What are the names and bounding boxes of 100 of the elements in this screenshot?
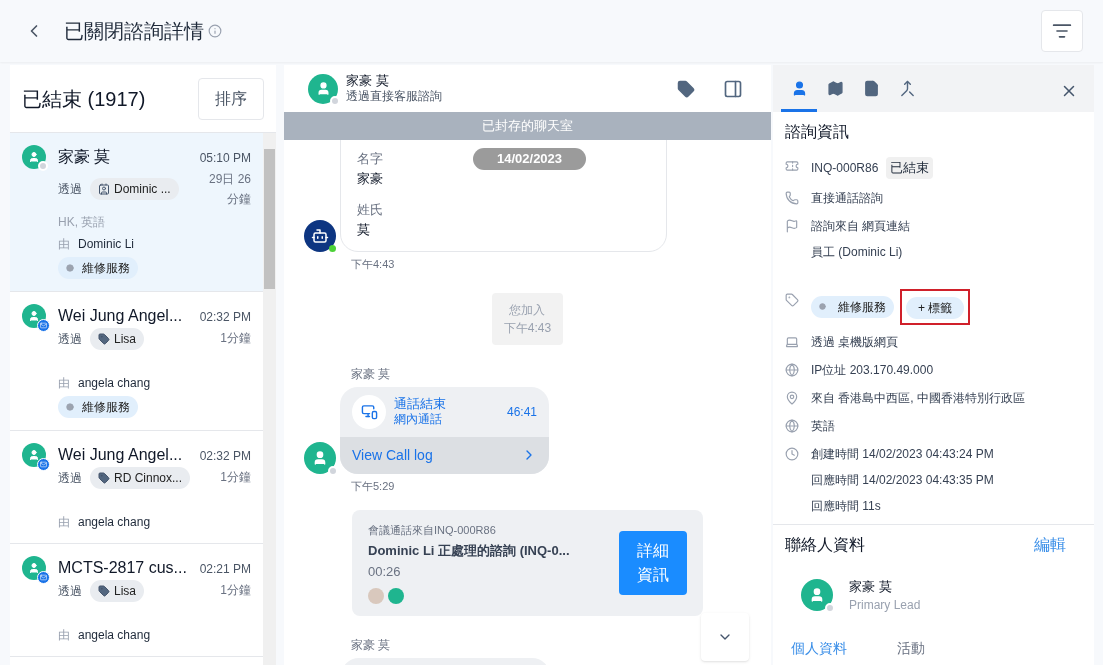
archived-banner: 已封存的聊天室 <box>284 112 771 140</box>
detail-text: 諮詢來自 網頁連結 <box>811 217 911 235</box>
add-tag-button[interactable]: + 標籤 <box>906 296 965 319</box>
map-icon <box>826 80 844 97</box>
detail-text: 回應時間 14/02/2023 04:43:35 PM <box>811 471 994 489</box>
contact-name: Wei Jung Angel... <box>58 445 183 465</box>
via-label: 透過 <box>58 583 82 600</box>
call-subtitle: 網內通話 <box>394 412 443 428</box>
detail-text: IP位址 203.170.49.000 <box>811 361 934 379</box>
file-icon <box>862 80 880 97</box>
filter-button[interactable] <box>1041 10 1083 52</box>
agent-name: angela chang <box>78 375 151 392</box>
system-text: 您加入 <box>509 301 546 319</box>
contact-role: Primary Lead <box>849 597 921 614</box>
via-chip: Dominic ... <box>90 178 179 200</box>
by-label: 由 <box>58 627 70 644</box>
time-label: 02:21 PM <box>199 561 251 578</box>
person-icon <box>312 449 328 466</box>
mail-badge-icon <box>37 319 50 332</box>
conference-length: 00:26 <box>368 563 402 581</box>
list-title: 已結束 (1917) <box>22 86 146 112</box>
location-language: HK, 英語 <box>58 214 107 231</box>
tag-icon <box>785 292 799 307</box>
call-length: 46:41 <box>506 403 537 421</box>
person-icon <box>809 587 825 604</box>
person-icon <box>28 562 40 574</box>
person-icon <box>28 449 40 461</box>
via-chip: Lisa <box>90 580 144 602</box>
person-icon <box>28 310 40 322</box>
by-label: 由 <box>58 375 70 392</box>
detail-text: 創建時間 14/02/2023 04:43:24 PM <box>811 445 994 463</box>
detail-text: 透過 桌機版網頁 <box>811 333 899 351</box>
message-time: 下午4:43 <box>503 319 552 337</box>
contact-name: Wei Jung Angel... <box>58 306 183 326</box>
time-label: 05:10 PM <box>199 150 251 167</box>
mail-badge-icon <box>37 571 50 584</box>
agent-name: angela chang <box>78 514 151 531</box>
flag-icon <box>785 218 799 233</box>
field-label: 姓氏 <box>357 201 383 219</box>
time-label: 02:32 PM <box>199 448 251 465</box>
contact-name: 家豪 莫 <box>58 147 111 167</box>
field-value: 莫 <box>357 220 370 239</box>
tag-icon <box>98 472 110 484</box>
via-label: 透過 <box>58 331 82 348</box>
by-label: 由 <box>58 236 70 253</box>
detail-text: 來自 香港島中西區, 中國香港特別行政區 <box>811 389 1025 407</box>
tag-icon <box>98 333 110 345</box>
via-label: 透過 <box>58 470 82 487</box>
mail-badge-icon <box>37 458 50 471</box>
pin-icon <box>785 390 799 405</box>
field-label: 名字 <box>357 150 383 168</box>
section-title: 諮詢資訊 <box>785 122 850 142</box>
via-chip: Lisa <box>90 328 144 350</box>
ticket-icon <box>785 159 799 173</box>
laptop-icon <box>785 334 799 349</box>
detail-text: 員工 (Dominic Li) <box>811 243 903 261</box>
chat-subtitle: 透過直接客服諮詢 <box>346 89 442 105</box>
contact-card-icon <box>98 183 110 195</box>
dot-icon <box>66 264 74 272</box>
page-title: 已關閉諮詢詳情 <box>64 19 204 44</box>
duration-label: 1分鐘 <box>219 330 251 347</box>
participant-avatar <box>388 587 404 604</box>
tag-chip: 維修服務 <box>811 295 894 318</box>
person-icon <box>28 151 40 163</box>
via-label: 透過 <box>58 181 82 198</box>
screen-icon <box>360 403 378 420</box>
dot-icon <box>66 403 74 411</box>
conversation-item[interactable]: 家豪 莫 05:10 PM 透過 Dominic ... 29日 26分鐘 HK, 英語 由 Dominic Li 維修服務 <box>10 133 263 292</box>
scrollbar[interactable] <box>263 133 276 665</box>
status-badge: 已結束 <box>886 157 934 179</box>
time-label: 02:32 PM <box>199 309 251 326</box>
conference-title: Dominic Li 正處理的諮詢 (INQ-0... <box>368 541 571 560</box>
chat-contact-name: 家豪 莫 <box>346 72 390 90</box>
contact-tab[interactable]: 活動 <box>865 638 957 665</box>
sort-button[interactable]: 排序 <box>198 77 264 120</box>
clock-icon <box>785 446 799 461</box>
message-time: 下午5:29 <box>351 478 395 494</box>
tag-icon <box>98 585 110 597</box>
contact-name: MCTS-2817 cus... <box>58 558 187 578</box>
agent-name: angela chang <box>78 627 151 644</box>
agent-name: Dominic Li <box>78 236 134 253</box>
detail-text: INQ-000R86 <box>811 159 879 177</box>
tag-chip: 維修服務 <box>58 396 138 418</box>
date-pill: 14/02/2023 <box>473 148 587 170</box>
participant-avatar <box>368 587 384 604</box>
section-title: 聯絡人資料 <box>785 534 865 555</box>
filter-icon <box>1052 21 1072 41</box>
phone-icon <box>785 190 799 205</box>
edit-link[interactable]: 編輯 <box>1034 532 1066 557</box>
contact-tab[interactable]: 個人資料 <box>773 638 865 665</box>
by-label: 由 <box>58 514 70 531</box>
detail-text: 直接通話諮詢 <box>811 189 883 207</box>
contact-name: 家豪 莫 <box>849 577 893 596</box>
conference-caption: 會議通話來自INQ-000R86 <box>368 523 497 538</box>
detail-text: 英語 <box>811 417 835 435</box>
call-title: 通話結束 <box>394 395 446 413</box>
duration-label: 1分鐘 <box>219 469 251 486</box>
merge-icon <box>898 80 916 97</box>
detail-text: 回應時間 11s <box>811 497 881 515</box>
field-value: 家豪 <box>357 169 383 188</box>
